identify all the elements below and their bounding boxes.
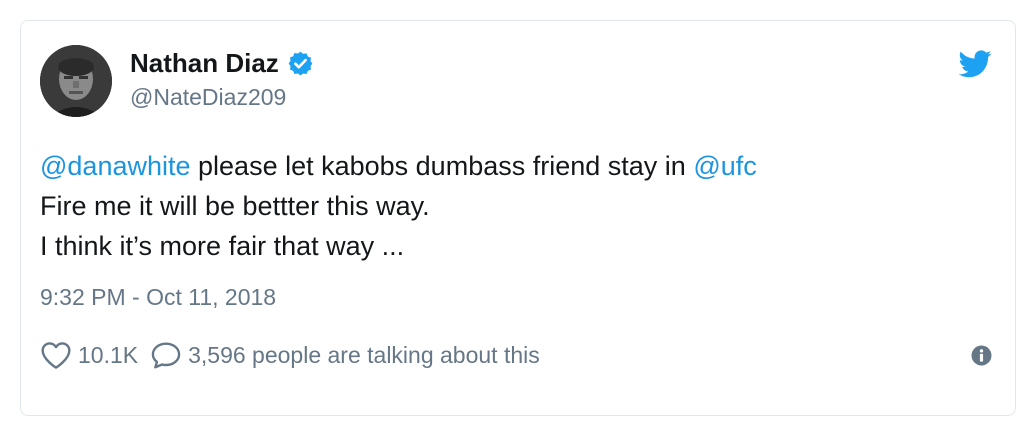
heart-icon[interactable] bbox=[40, 340, 72, 370]
tweet-text-line-1: @danawhite please let kabobs dumbass fri… bbox=[40, 146, 757, 186]
verified-badge-icon bbox=[288, 51, 313, 76]
tweet-text-line-2: Fire me it will be bettter this way. bbox=[40, 191, 430, 221]
like-count[interactable]: 10.1K bbox=[78, 342, 138, 369]
author-name[interactable]: Nathan Diaz bbox=[130, 48, 279, 79]
tweet-actions: 10.1K 3,596 people are talking about thi… bbox=[40, 338, 540, 372]
avatar[interactable] bbox=[40, 45, 112, 117]
info-icon[interactable] bbox=[971, 345, 992, 366]
author-name-row[interactable]: Nathan Diaz bbox=[130, 48, 314, 79]
tweet-text: @danawhite please let kabobs dumbass fri… bbox=[40, 146, 757, 266]
speech-bubble-icon[interactable] bbox=[150, 340, 182, 370]
tweet-text-line-3: I think it’s more fair that way ... bbox=[40, 231, 405, 261]
mention-link[interactable]: @ufc bbox=[693, 151, 756, 181]
tweet-timestamp[interactable]: 9:32 PM - Oct 11, 2018 bbox=[40, 284, 276, 311]
tweet-text-segment: please let kabobs dumbass friend stay in bbox=[190, 151, 694, 181]
author-handle[interactable]: @NateDiaz209 bbox=[130, 84, 286, 111]
twitter-bird-icon[interactable] bbox=[959, 50, 992, 78]
avatar-image bbox=[40, 45, 112, 117]
mention-link[interactable]: @danawhite bbox=[40, 151, 191, 181]
talking-count[interactable]: 3,596 people are talking about this bbox=[188, 342, 540, 369]
